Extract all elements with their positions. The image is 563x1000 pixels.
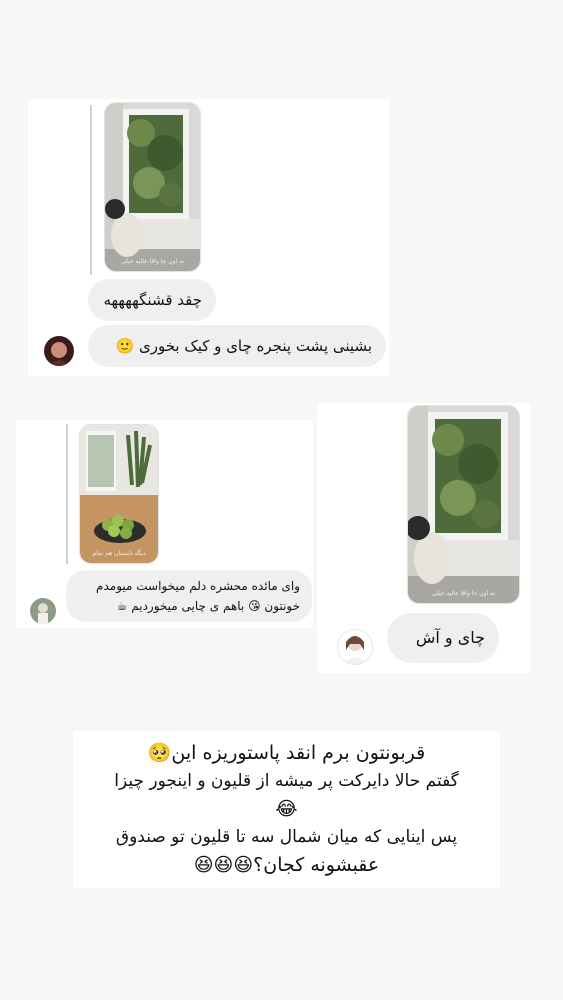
dm-screenshot-top: نه اون جا واقا عالیه خیلی چقد قشنگههههه … <box>28 99 389 376</box>
dm-screenshot-left: دیگه تابستان هم تمام وای مائده محشره دلم… <box>16 420 313 628</box>
reply-quote-line <box>90 105 92 275</box>
window-photo <box>408 406 519 603</box>
avatar[interactable] <box>44 336 74 366</box>
window-photo <box>105 103 200 271</box>
story-caption: دیگه تابستان هم تمام <box>92 550 146 557</box>
reply-quote-line <box>66 424 68 564</box>
story-thumbnail-window[interactable]: نه اون جا واقا عالیه خیلی <box>104 102 201 272</box>
avatar-image <box>338 630 372 664</box>
caption-line-2: گفتم حالا دایرکت پر میشه از قلیون و اینج… <box>114 771 459 791</box>
message-bubble: چقد قشنگههههه <box>88 279 216 321</box>
story-caption: نه اون جا واقا عالیه خیلی <box>121 258 184 265</box>
caption-line-1: قربونتون برم انقد پاستوریزه این🥺 <box>147 742 426 764</box>
story-thumbnail-kitchen[interactable]: دیگه تابستان هم تمام <box>79 424 159 564</box>
avatar-image <box>30 598 56 624</box>
caption-line-3: 😂 <box>275 798 298 820</box>
message-text: چقد قشنگههههه <box>103 291 202 309</box>
caption-line-4: پس اینایی که میان شمال سه تا قلیون تو صن… <box>115 827 458 847</box>
message-text: بشینی پشت پنجره چای و کیک بخوری 🙂 <box>115 337 372 355</box>
avatar-image <box>44 336 74 366</box>
message-text-line2: خونتون 😘 باهم ی چایی میخوردیم ☕ <box>116 599 300 613</box>
message-text: چای و آش <box>415 628 485 647</box>
message-bubble: بشینی پشت پنجره چای و کیک بخوری 🙂 <box>88 325 386 367</box>
story-caption: نه اون جا واقا عالیه خیلی <box>432 590 495 597</box>
message-text-line1: وای مائده محشره دلم میخواست میومدم <box>96 579 300 593</box>
avatar[interactable] <box>30 598 56 624</box>
avatar[interactable] <box>337 629 373 665</box>
post-caption: قربونتون برم انقد پاستوریزه این🥺 گفتم حا… <box>73 731 500 888</box>
kitchen-photo <box>80 425 158 563</box>
message-bubble: چای و آش <box>387 613 499 663</box>
dm-screenshot-right: نه اون جا واقا عالیه خیلی چای و آش <box>317 403 531 673</box>
story-thumbnail-window[interactable]: نه اون جا واقا عالیه خیلی <box>407 405 520 604</box>
caption-line-5: عقبشونه کجان؟😆😆😆 <box>193 854 380 876</box>
message-bubble: وای مائده محشره دلم میخواست میومدم خونتو… <box>66 570 312 622</box>
